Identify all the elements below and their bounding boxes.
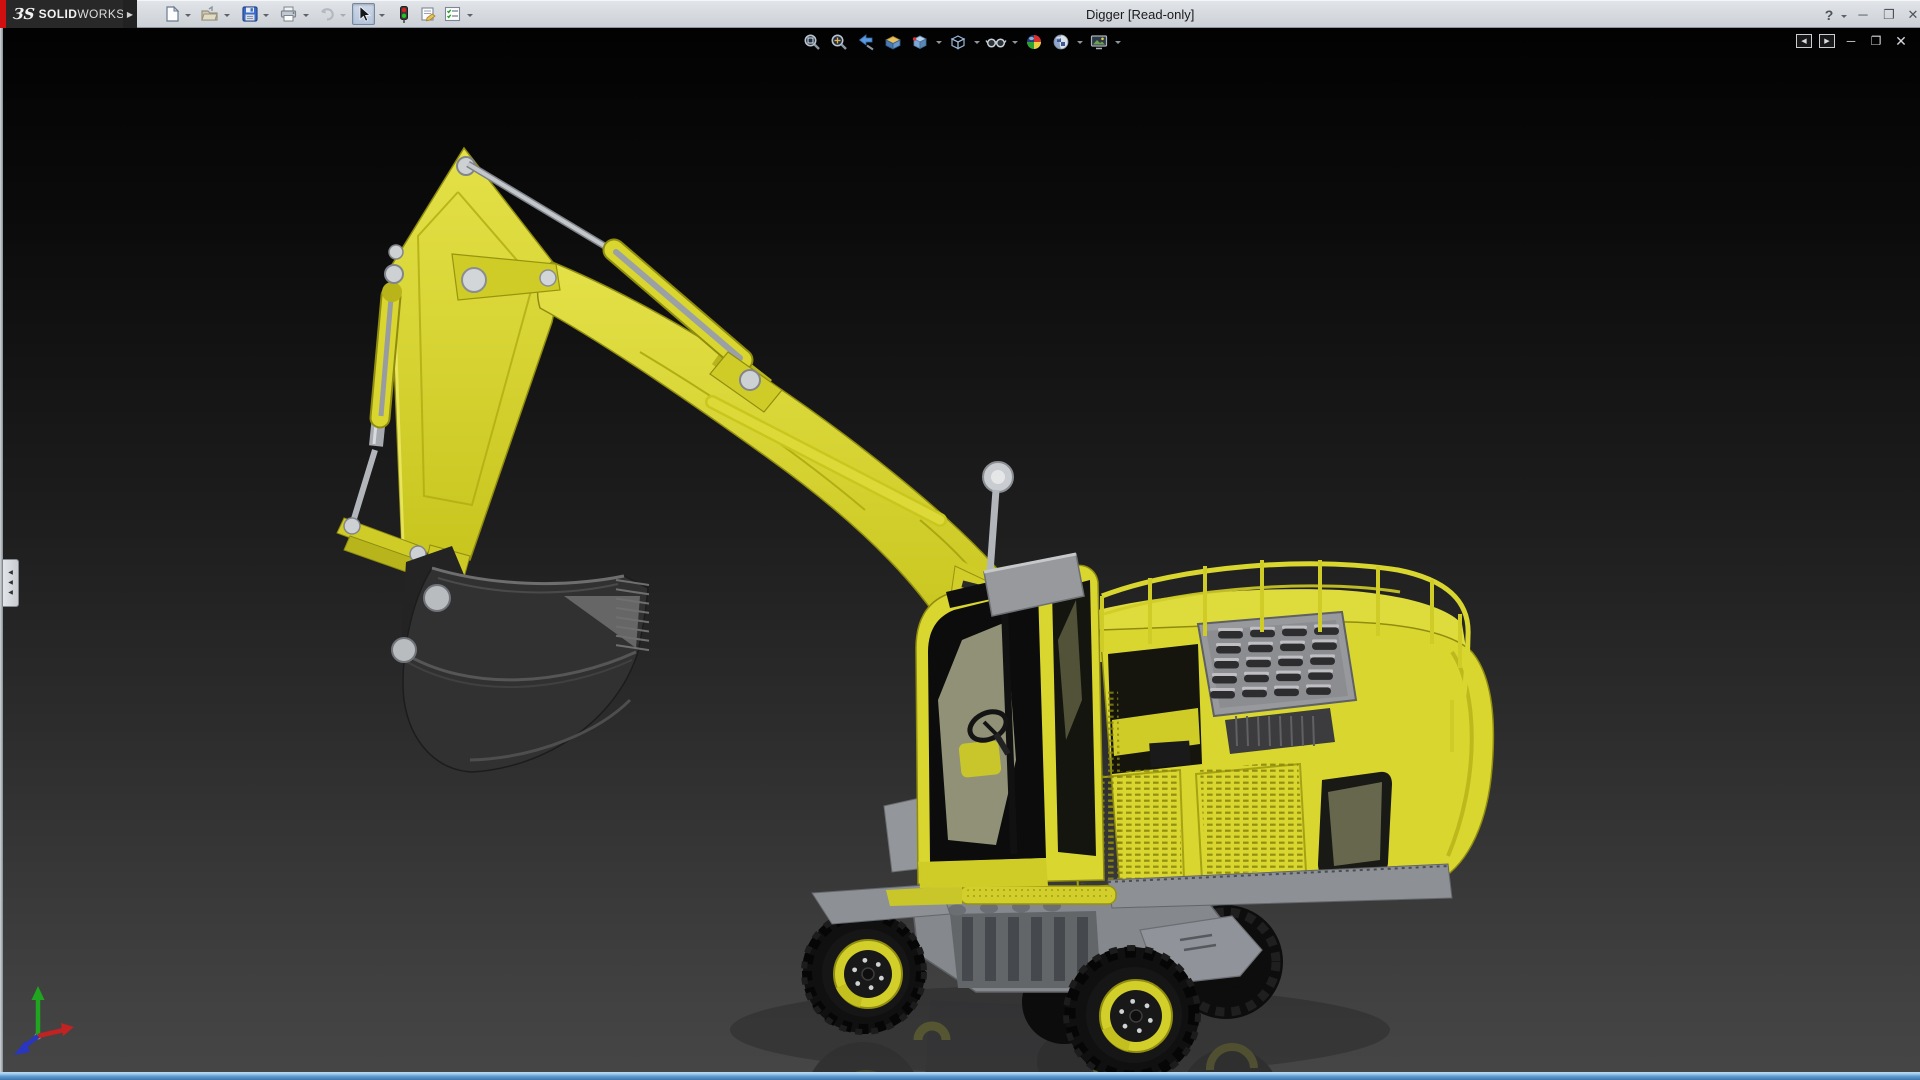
appearance-ball-icon [1024, 32, 1044, 52]
chevron-left-icon: ◀ [8, 570, 13, 576]
display-style-icon [948, 32, 968, 52]
hide-show-items-caret[interactable] [1011, 31, 1019, 53]
display-style-button[interactable] [946, 31, 970, 53]
dipper-arm[interactable] [389, 148, 562, 606]
pane-right-toggle-icon[interactable]: ▶ [1819, 34, 1835, 48]
zoom-fit-icon [802, 32, 822, 52]
previous-view-button[interactable] [854, 31, 878, 53]
apply-scene-button[interactable] [1049, 31, 1073, 53]
zoom-area-icon [829, 32, 849, 52]
section-view-button[interactable] [881, 31, 905, 53]
doc-close-button[interactable]: ✕ [1892, 33, 1910, 49]
scene-sphere-icon [1051, 32, 1071, 52]
heads-up-view-toolbar [800, 30, 1122, 54]
edit-appearance-button[interactable] [1022, 31, 1046, 53]
previous-view-icon [856, 32, 876, 52]
chevron-left-icon: ◀ [8, 590, 13, 596]
display-style-caret[interactable] [973, 31, 981, 53]
document-window-controls: ◀ ▶ ─ ❐ ✕ [1796, 33, 1910, 49]
view-orientation-button[interactable] [908, 31, 932, 53]
upper-body[interactable] [884, 554, 1493, 908]
section-view-icon [883, 32, 903, 52]
apply-scene-caret[interactable] [1076, 31, 1084, 53]
eyeglasses-icon [985, 32, 1007, 52]
excavator-model[interactable] [0, 0, 1920, 1080]
reference-triad [14, 986, 74, 1055]
solidworks-window: ЗS SOLIDWORKS ▶ [0, 0, 1920, 1080]
view-orientation-caret[interactable] [935, 31, 943, 53]
feature-tree-collapse-tab[interactable]: ◀ ◀ ◀ [2, 559, 19, 607]
cab[interactable] [884, 554, 1104, 888]
zoom-to-fit-button[interactable] [800, 31, 824, 53]
view-orientation-icon [910, 32, 930, 52]
front-left-wheel[interactable] [803, 911, 925, 1033]
pane-left-toggle-icon[interactable]: ◀ [1796, 34, 1812, 48]
hide-show-items-button[interactable] [984, 31, 1008, 53]
y-axis-arrow [32, 986, 45, 1000]
rear-left-wheel[interactable] [1065, 947, 1199, 1080]
seat [958, 740, 1001, 778]
doc-minimize-button[interactable]: ─ [1842, 33, 1860, 49]
x-axis-arrow [61, 1023, 74, 1036]
zoom-to-area-button[interactable] [827, 31, 851, 53]
chevron-left-icon: ◀ [8, 580, 13, 586]
window-bottom-border [0, 1072, 1920, 1080]
rear-window[interactable] [1318, 772, 1392, 878]
view-settings-caret[interactable] [1114, 31, 1122, 53]
bucket[interactable] [392, 546, 649, 772]
view-settings-button[interactable] [1087, 31, 1111, 53]
viewport-left-border [0, 28, 3, 1080]
view-settings-icon [1089, 32, 1109, 52]
doc-restore-button[interactable]: ❐ [1867, 33, 1885, 49]
